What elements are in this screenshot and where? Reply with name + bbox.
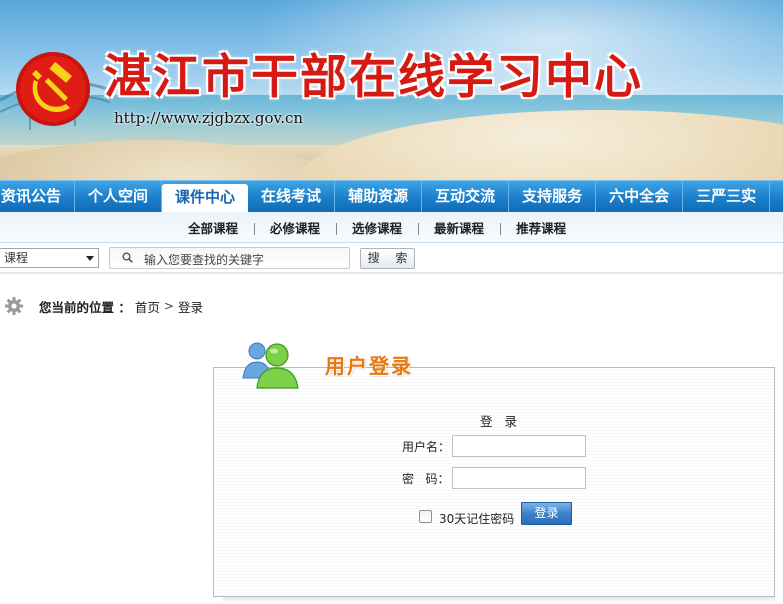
remember-password-label: 30天记住密码 [439, 512, 515, 526]
sub-nav-item-elective-courses[interactable]: 选修课程 [336, 212, 418, 243]
username-label: 用户名： [402, 440, 451, 454]
main-nav-item-announcements[interactable]: 资讯公告 [0, 181, 76, 212]
breadcrumb-separator: > [163, 299, 174, 313]
gear-icon [5, 297, 23, 315]
breadcrumb-home-link[interactable]: 首页 [135, 297, 160, 316]
password-field[interactable] [452, 467, 586, 489]
site-title: 湛江市干部在线学习中心 [104, 50, 643, 105]
main-nav-item-personal-space[interactable]: 个人空间 [75, 181, 163, 212]
remember-password-checkbox[interactable] [419, 510, 432, 523]
search-placeholder: 输入您要查找的关键字 [144, 253, 265, 267]
sub-nav-item-recommended-courses[interactable]: 推荐课程 [500, 212, 582, 243]
search-icon [122, 252, 133, 263]
search-button[interactable]: 搜 索 [360, 248, 415, 269]
password-label: 密 码： [402, 472, 450, 486]
sub-nav: 全部课程 必修课程 选修课程 最新课程 推荐课程 [0, 212, 783, 243]
login-form-title: 登 录 [480, 414, 521, 429]
sub-nav-item-latest-courses[interactable]: 最新课程 [418, 212, 500, 243]
main-nav-item-three-stricts[interactable]: 三严三实 [683, 181, 771, 212]
search-bar: 课程 输入您要查找的关键字 搜 索 [0, 243, 783, 274]
search-scope-select[interactable]: 课程 [0, 248, 99, 268]
main-nav-item-courseware-center[interactable]: 课件中心 [162, 184, 249, 212]
users-icon [242, 342, 299, 389]
breadcrumb: 您当前的位置 ： 首页 > 登录 [4, 296, 203, 316]
main-nav-item-online-exam[interactable]: 在线考试 [248, 181, 336, 212]
site-banner: 湛江市干部在线学习中心 http://www.zjgbzx.gov.cn [0, 0, 783, 180]
site-url: http://www.zjgbzx.gov.cn [114, 109, 304, 127]
sub-nav-item-all-courses[interactable]: 全部课程 [172, 212, 254, 243]
main-nav-item-interaction[interactable]: 互动交流 [422, 181, 510, 212]
search-scope-value: 课程 [4, 251, 29, 265]
username-field[interactable] [452, 435, 586, 457]
login-button[interactable]: 登录 [521, 502, 572, 525]
breadcrumb-current: 登录 [177, 299, 203, 315]
sub-nav-item-required-courses[interactable]: 必修课程 [254, 212, 336, 243]
main-nav: 资讯公告 个人空间 课件中心 在线考试 辅助资源 互动交流 支持服务 六中全会 … [0, 180, 783, 212]
main-nav-item-resources[interactable]: 辅助资源 [335, 181, 423, 212]
party-emblem-icon [16, 52, 90, 126]
chevron-down-icon [86, 256, 94, 261]
search-input[interactable]: 输入您要查找的关键字 [109, 247, 350, 269]
main-nav-item-sixth-plenum[interactable]: 六中全会 [596, 181, 684, 212]
breadcrumb-label: 您当前的位置 ： [39, 299, 131, 315]
main-nav-item-support[interactable]: 支持服务 [509, 181, 597, 212]
login-panel-title: 用户登录 [325, 354, 413, 378]
login-panel-shadow [223, 597, 775, 603]
